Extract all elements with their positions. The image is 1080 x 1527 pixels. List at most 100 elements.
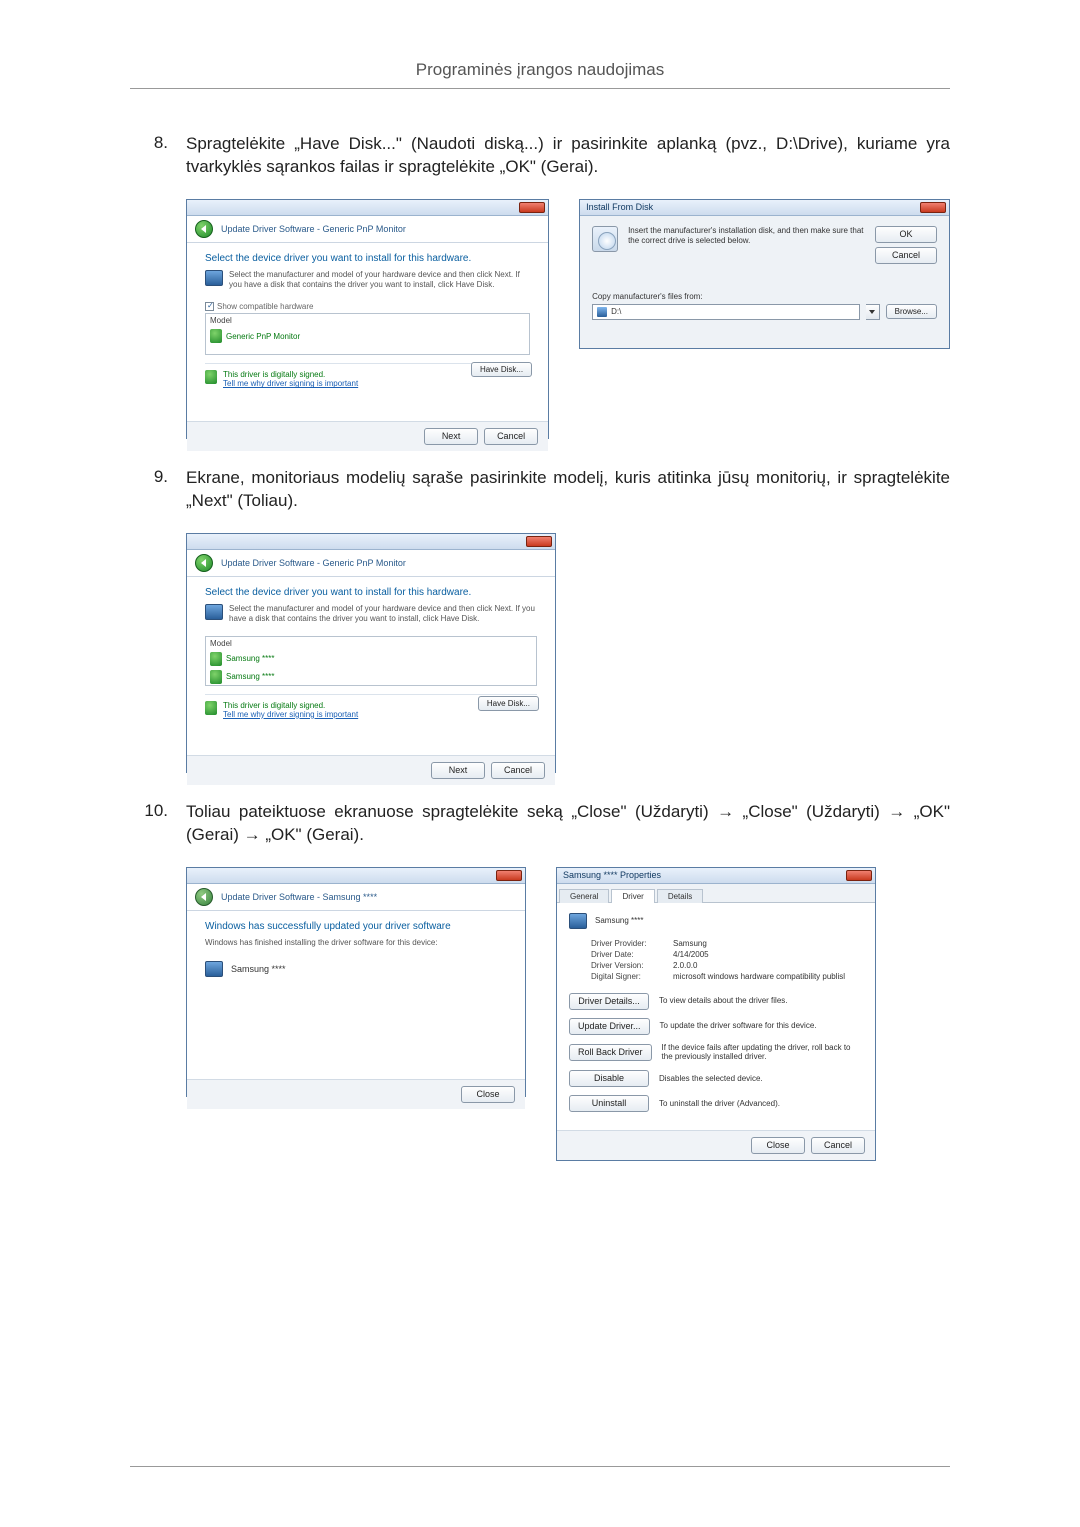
update-driver-button[interactable]: Update Driver... bbox=[569, 1018, 650, 1035]
footer-rule bbox=[130, 1466, 950, 1467]
close-icon[interactable] bbox=[496, 870, 522, 881]
installed-model: Samsung **** bbox=[231, 964, 286, 974]
shield-icon bbox=[205, 370, 217, 384]
close-icon[interactable] bbox=[846, 870, 872, 881]
driver-details-desc: To view details about the driver files. bbox=[659, 996, 863, 1006]
provider-label: Driver Provider: bbox=[591, 939, 673, 948]
wizard-breadcrumb: Update Driver Software - Samsung **** bbox=[221, 892, 377, 902]
close-icon[interactable] bbox=[519, 202, 545, 213]
drive-icon bbox=[597, 307, 607, 317]
rollback-driver-desc: If the device fails after updating the d… bbox=[662, 1043, 863, 1062]
back-icon[interactable] bbox=[195, 554, 213, 572]
step-9-text: Ekrane, monitoriaus modelių sąraše pasir… bbox=[186, 467, 950, 513]
header-rule bbox=[130, 88, 950, 89]
version-value: 2.0.0.0 bbox=[673, 961, 697, 970]
driver-signing-link[interactable]: Tell me why driver signing is important bbox=[223, 710, 358, 719]
update-driver-wizard-model-select: Update Driver Software - Generic PnP Mon… bbox=[186, 533, 556, 773]
dialog-title: Samsung **** Properties bbox=[563, 870, 661, 880]
close-button[interactable]: Close bbox=[751, 1137, 805, 1154]
have-disk-button[interactable]: Have Disk... bbox=[478, 696, 539, 711]
device-name: Samsung **** bbox=[595, 916, 643, 925]
model-name: Samsung **** bbox=[226, 654, 274, 663]
wizard-heading: Windows has successfully updated your dr… bbox=[205, 921, 507, 932]
wizard-heading: Select the device driver you want to ins… bbox=[205, 587, 537, 598]
tab-general[interactable]: General bbox=[559, 889, 609, 903]
have-disk-button[interactable]: Have Disk... bbox=[471, 362, 532, 377]
date-label: Driver Date: bbox=[591, 950, 673, 959]
titlebar bbox=[187, 200, 548, 216]
cancel-button[interactable]: Cancel bbox=[484, 428, 538, 445]
cancel-button[interactable]: Cancel bbox=[811, 1137, 865, 1154]
show-compatible-checkbox[interactable] bbox=[205, 302, 214, 311]
update-driver-wizard-havedisk: Update Driver Software - Generic PnP Mon… bbox=[186, 199, 549, 439]
date-value: 4/14/2005 bbox=[673, 950, 709, 959]
monitor-icon bbox=[210, 652, 222, 666]
driver-signed-text: This driver is digitally signed. bbox=[223, 370, 358, 379]
model-name: Generic PnP Monitor bbox=[226, 332, 300, 341]
driver-details-button[interactable]: Driver Details... bbox=[569, 993, 649, 1010]
shield-icon bbox=[205, 701, 217, 715]
model-list-item[interactable]: Generic PnP Monitor bbox=[206, 327, 529, 345]
model-column-label: Model bbox=[206, 314, 529, 327]
close-icon[interactable] bbox=[920, 202, 946, 213]
signer-value: microsoft windows hardware compatibility… bbox=[673, 972, 845, 981]
version-label: Driver Version: bbox=[591, 961, 673, 970]
step-8-number: 8. bbox=[130, 133, 186, 153]
wizard-subtext: Windows has finished installing the driv… bbox=[205, 938, 507, 947]
update-driver-wizard-success: Update Driver Software - Samsung **** Wi… bbox=[186, 867, 526, 1097]
wizard-subtext: Select the manufacturer and model of you… bbox=[229, 270, 530, 290]
cancel-button[interactable]: Cancel bbox=[491, 762, 545, 779]
cancel-button[interactable]: Cancel bbox=[875, 247, 937, 264]
path-value: D:\ bbox=[611, 307, 621, 316]
page-header: Programinės įrangos naudojimas bbox=[130, 60, 950, 80]
signer-label: Digital Signer: bbox=[591, 972, 673, 981]
step-8-text: Spragtelėkite „Have Disk..." (Naudoti di… bbox=[186, 133, 950, 179]
path-dropdown[interactable] bbox=[866, 304, 880, 320]
model-name: Samsung **** bbox=[226, 672, 274, 681]
disk-icon bbox=[592, 226, 618, 252]
monitor-icon bbox=[210, 329, 222, 343]
monitor-icon bbox=[205, 961, 223, 977]
driver-signed-text: This driver is digitally signed. bbox=[223, 701, 358, 710]
wizard-breadcrumb: Update Driver Software - Generic PnP Mon… bbox=[221, 224, 406, 234]
monitor-icon bbox=[205, 270, 223, 286]
monitor-properties-dialog: Samsung **** Properties General Driver D… bbox=[556, 867, 876, 1161]
titlebar bbox=[187, 868, 525, 884]
browse-button[interactable]: Browse... bbox=[886, 304, 937, 319]
model-column-label: Model bbox=[206, 637, 536, 650]
wizard-subtext: Select the manufacturer and model of you… bbox=[229, 604, 537, 624]
show-compatible-label: Show compatible hardware bbox=[217, 302, 314, 311]
monitor-icon bbox=[210, 670, 222, 684]
install-from-disk-dialog: Install From Disk Insert the manufacture… bbox=[579, 199, 950, 349]
tab-details[interactable]: Details bbox=[657, 889, 703, 903]
install-from-disk-text: Insert the manufacturer's installation d… bbox=[628, 226, 865, 246]
driver-signing-link[interactable]: Tell me why driver signing is important bbox=[223, 379, 358, 388]
next-button[interactable]: Next bbox=[424, 428, 478, 445]
titlebar bbox=[187, 534, 555, 550]
model-list-item[interactable]: Samsung **** bbox=[206, 668, 536, 686]
back-icon[interactable] bbox=[195, 220, 213, 238]
monitor-icon bbox=[205, 604, 223, 620]
uninstall-button[interactable]: Uninstall bbox=[569, 1095, 649, 1112]
ok-button[interactable]: OK bbox=[875, 226, 937, 243]
wizard-breadcrumb: Update Driver Software - Generic PnP Mon… bbox=[221, 558, 406, 568]
back-icon bbox=[195, 888, 213, 906]
next-button[interactable]: Next bbox=[431, 762, 485, 779]
disable-desc: Disables the selected device. bbox=[659, 1074, 863, 1084]
copy-from-label: Copy manufacturer's files from: bbox=[592, 292, 937, 301]
tab-driver[interactable]: Driver bbox=[611, 889, 654, 903]
monitor-icon bbox=[569, 913, 587, 929]
close-icon[interactable] bbox=[526, 536, 552, 547]
disable-button[interactable]: Disable bbox=[569, 1070, 649, 1087]
step-10-text: Toliau pateiktuose ekranuose spragtelėki… bbox=[186, 801, 950, 847]
step-10-number: 10. bbox=[130, 801, 186, 821]
dialog-title: Install From Disk bbox=[586, 202, 653, 212]
model-list-item[interactable]: Samsung **** bbox=[206, 650, 536, 668]
step-9-number: 9. bbox=[130, 467, 186, 487]
close-button[interactable]: Close bbox=[461, 1086, 515, 1103]
wizard-heading: Select the device driver you want to ins… bbox=[205, 253, 530, 264]
uninstall-desc: To uninstall the driver (Advanced). bbox=[659, 1099, 863, 1109]
path-input[interactable]: D:\ bbox=[592, 304, 860, 320]
rollback-driver-button[interactable]: Roll Back Driver bbox=[569, 1044, 652, 1061]
update-driver-desc: To update the driver software for this d… bbox=[660, 1021, 863, 1031]
